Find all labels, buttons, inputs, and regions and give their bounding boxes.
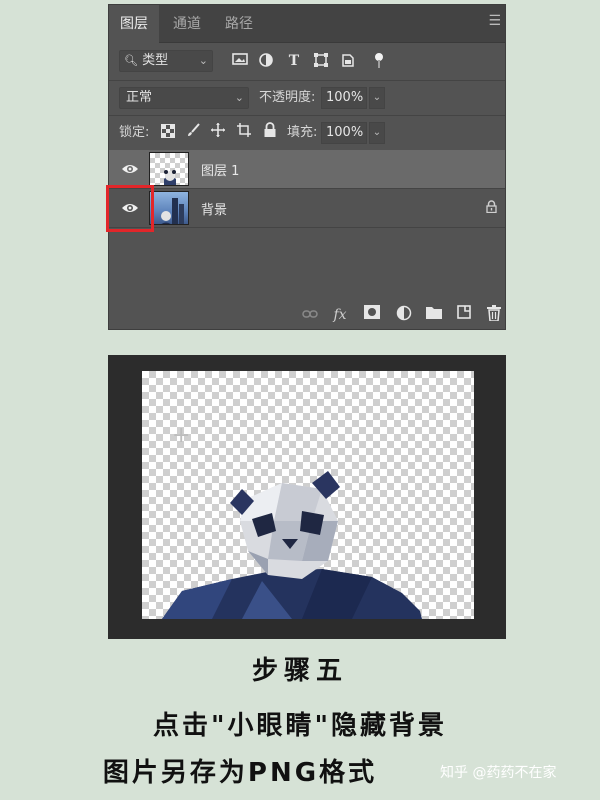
blend-mode-value: 正常: [126, 90, 153, 105]
lock-transparent-pixels-icon[interactable]: [159, 124, 177, 144]
transparent-canvas[interactable]: +: [142, 371, 474, 619]
lock-artboard-icon[interactable]: [235, 122, 253, 142]
fill-chevron-icon[interactable]: ⌄: [369, 122, 385, 144]
layer-row-background[interactable]: 背景: [109, 189, 505, 227]
watermark-text: 知乎 @药药不在家: [440, 765, 557, 781]
new-layer-icon[interactable]: [455, 305, 473, 325]
pixel-layer-filter-icon[interactable]: [231, 52, 249, 72]
layer-row-layer-1[interactable]: 图层 1: [109, 150, 505, 188]
trash-icon[interactable]: [485, 305, 503, 327]
lock-image-pixels-icon[interactable]: [185, 122, 203, 142]
layer-name[interactable]: 图层 1: [201, 160, 239, 179]
filter-toggle-stem: [378, 60, 380, 68]
eye-highlight-box: [106, 185, 154, 232]
chevron-down-icon: ⌄: [234, 91, 244, 104]
blend-row: 正常 ⌄ 不透明度: 100% ⌄: [109, 81, 505, 115]
filter-type-dropdown[interactable]: 🔍︎ 类型 ⌄: [119, 50, 213, 72]
search-icon: 🔍︎: [124, 54, 138, 67]
type-filter-icon[interactable]: T: [285, 51, 303, 71]
layers-panel: 图层 通道 路径 ☰ 🔍︎ 类型 ⌄ T 正常 ⌄ 不透明度: 100% ⌄ 锁…: [108, 4, 506, 330]
filter-row: 🔍︎ 类型 ⌄ T: [109, 43, 505, 79]
step-title: 步骤五: [251, 656, 348, 686]
fx-icon[interactable]: fx: [331, 305, 349, 325]
fill-label: 填充:: [287, 125, 318, 140]
tab-layers[interactable]: 图层: [109, 5, 159, 43]
lock-row: 锁定: 填充: 100% ⌄: [109, 116, 505, 150]
mask-icon[interactable]: [363, 305, 381, 325]
smart-object-filter-icon[interactable]: [339, 52, 357, 72]
opacity-input[interactable]: 100%: [321, 87, 367, 109]
layer-thumbnail: [149, 152, 189, 186]
background-thumbnail: [149, 191, 189, 225]
group-folder-icon[interactable]: [425, 305, 443, 325]
chevron-down-icon: ⌄: [198, 54, 208, 67]
lock-icon: [486, 200, 497, 216]
panel-menu-icon[interactable]: ☰: [488, 13, 500, 29]
opacity-chevron-icon[interactable]: ⌄: [369, 87, 385, 109]
tab-paths[interactable]: 路径: [215, 5, 263, 43]
blend-mode-dropdown[interactable]: 正常 ⌄: [119, 87, 249, 109]
step-instruction: 点击"小眼睛"隐藏背景: [152, 711, 448, 741]
lock-label: 锁定:: [119, 125, 150, 140]
document-canvas-area: +: [108, 355, 506, 639]
adjustment-filter-icon[interactable]: [257, 52, 275, 72]
opacity-label: 不透明度:: [259, 90, 316, 105]
tab-channels[interactable]: 通道: [163, 5, 211, 43]
visibility-eye-icon[interactable]: [121, 161, 139, 177]
layer-name[interactable]: 背景: [201, 199, 227, 218]
lock-position-icon[interactable]: [209, 122, 227, 142]
lock-all-icon[interactable]: [261, 122, 279, 142]
adjustment-icon[interactable]: [395, 305, 413, 327]
layers-bottom-bar: fx: [109, 301, 505, 329]
panda-figure: [162, 471, 422, 619]
divider: [109, 227, 505, 228]
fill-input[interactable]: 100%: [321, 122, 367, 144]
shape-filter-icon[interactable]: [312, 52, 330, 72]
filter-type-value: 类型: [142, 53, 169, 68]
link-icon[interactable]: [301, 305, 319, 325]
panel-tabs: 图层 通道 路径 ☰: [109, 5, 505, 43]
